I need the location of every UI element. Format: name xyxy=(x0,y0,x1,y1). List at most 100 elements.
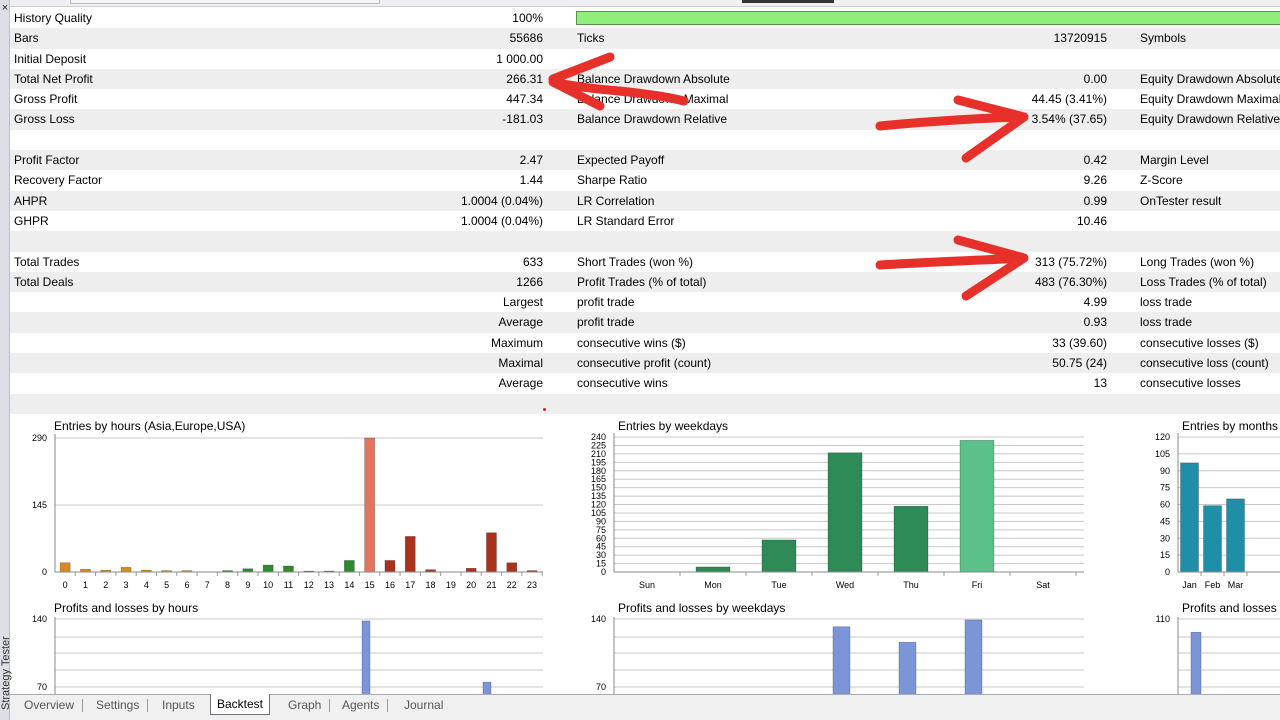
y-tick-label: 140 xyxy=(591,614,606,624)
result-label: consecutive losses xyxy=(1140,376,1241,391)
result-label: Equity Drawdown Absolute xyxy=(1140,71,1280,86)
results-row xyxy=(10,130,1280,150)
top-toolbar-edge xyxy=(10,0,1280,7)
x-tick-label: Mar xyxy=(1228,580,1244,590)
results-row: Recovery Factor 1.44 Sharpe Ratio 9.26 Z-Sco… xyxy=(10,170,1280,190)
x-tick-label: 17 xyxy=(405,580,415,590)
chart-svg: 0 15 30 45 60 75 90 105 120 Jan Feb Mar xyxy=(1155,432,1280,590)
result-value: Maximum xyxy=(490,335,543,350)
chart-svg: 110 xyxy=(1156,614,1280,697)
result-value: 0.99 xyxy=(1083,193,1107,208)
result-label: OnTester result xyxy=(1140,193,1222,208)
x-tick-label: 16 xyxy=(385,580,395,590)
y-tick-label: 70 xyxy=(596,682,606,692)
results-row: Total Deals 1266 Profit Trades (% of total… xyxy=(10,271,1280,293)
tab-graph[interactable]: Graph xyxy=(282,695,331,715)
chart-bar xyxy=(1180,462,1199,573)
result-value: Maximal xyxy=(498,356,543,371)
y-tick-label: 90 xyxy=(1160,466,1170,476)
result-label: loss trade xyxy=(1140,295,1193,310)
results-row: Maximum consecutive wins ($) 33 (39.60) con… xyxy=(10,333,1280,353)
x-tick-label: 22 xyxy=(507,580,517,590)
chart-entries-hours: Entries by hours (Asia,Europe,USA) 0 145 29… xyxy=(0,419,560,594)
result-value: 13720915 xyxy=(1053,31,1107,46)
strategy-tester-window: × Strategy Tester History Quality 100% Bar… xyxy=(0,0,1280,720)
x-tick-label: 4 xyxy=(144,580,149,590)
result-value: 100% xyxy=(512,11,543,25)
x-tick-label: 10 xyxy=(263,580,273,590)
x-tick-label: 20 xyxy=(466,580,476,590)
x-tick-label: 18 xyxy=(426,580,436,590)
y-tick-label: 110 xyxy=(1156,614,1170,624)
tab-journal[interactable]: Journal xyxy=(398,695,449,715)
y-tick-label: 70 xyxy=(37,682,47,692)
result-label: consecutive loss (count) xyxy=(1140,356,1269,371)
result-value: 2.47 xyxy=(519,153,543,168)
result-value: 633 xyxy=(522,254,543,269)
tab-backtest[interactable]: Backtest xyxy=(210,694,271,715)
x-tick-label: 23 xyxy=(527,580,537,590)
results-row: Gross Loss -181.03 Balance Drawdown Relati… xyxy=(10,109,1280,130)
result-value: 10.46 xyxy=(1076,213,1107,228)
chart-svg: 70 140 xyxy=(32,614,543,697)
result-label: Loss Trades (% of total) xyxy=(1140,274,1267,289)
results-row: Maximal consecutive profit (count) 50.75 (… xyxy=(10,353,1280,374)
tab-agents[interactable]: Agents xyxy=(336,695,389,715)
x-tick-label: 0 xyxy=(63,580,68,590)
chart-bar xyxy=(959,440,995,573)
y-tick-label: 30 xyxy=(1160,533,1170,543)
tab-inputs[interactable]: Inputs xyxy=(156,695,201,715)
x-tick-label: 6 xyxy=(184,580,189,590)
result-value: 0.42 xyxy=(1083,153,1107,168)
y-tick-label: 140 xyxy=(32,614,47,624)
result-label: Equity Drawdown Relative xyxy=(1140,112,1280,127)
tab-overview[interactable]: Overview xyxy=(18,695,84,715)
result-value: 55686 xyxy=(509,31,543,46)
chart-pl-hours: Profits and losses by hours 70 140 xyxy=(0,601,560,697)
tester-tab-bar: Overview Settings Inputs Backtest Graph Agent… xyxy=(10,694,1280,720)
result-value: -181.03 xyxy=(502,112,543,127)
result-value: 50.75 (24) xyxy=(1052,356,1107,371)
result-value: 0.93 xyxy=(1083,315,1107,330)
y-tick-label: 145 xyxy=(32,500,47,510)
chart-entries-months: Entries by months 0 15 30 45 60 75 90 105 120 Jan F… xyxy=(1128,419,1280,594)
x-tick-label: Thu xyxy=(903,580,919,590)
history-quality-bar xyxy=(576,11,1280,25)
y-tick-label: 120 xyxy=(1155,432,1170,442)
x-tick-label: 15 xyxy=(365,580,375,590)
chart-bar xyxy=(59,562,71,573)
result-value: 0.00 xyxy=(1083,71,1107,86)
y-tick-label: 240 xyxy=(591,432,606,442)
results-row: History Quality 100% xyxy=(10,8,1280,28)
result-value: 1.0004 (0.04%) xyxy=(460,213,543,228)
result-value: 1.44 xyxy=(519,173,543,188)
x-tick-label: Fri xyxy=(972,580,983,590)
close-icon[interactable]: × xyxy=(0,2,10,14)
x-tick-label: Jan xyxy=(1182,580,1197,590)
result-value: 4.99 xyxy=(1083,295,1107,310)
results-row: Largest profit trade 4.99 loss trade xyxy=(10,292,1280,312)
results-row xyxy=(10,231,1280,252)
tab-settings[interactable]: Settings xyxy=(90,695,149,715)
result-value: 3.54% (37.65) xyxy=(1031,112,1107,127)
chart-svg: 70 140 xyxy=(591,614,1084,697)
chart-bar xyxy=(120,567,132,573)
results-row: Average profit trade 0.93 loss trade xyxy=(10,312,1280,333)
toolbar-button-edge xyxy=(742,0,834,3)
chart-bar xyxy=(1190,631,1202,697)
result-value: Average xyxy=(498,376,543,391)
x-tick-label: Sat xyxy=(1036,580,1050,590)
toolbar-field-edge xyxy=(70,0,380,4)
chart-bar xyxy=(832,626,851,697)
x-tick-label: Sun xyxy=(639,580,655,590)
result-value: 313 (75.72%) xyxy=(1034,254,1107,269)
backtest-results-table: History Quality 100% Bars 55686 Ticks 1372091… xyxy=(10,8,1280,414)
result-label: Equity Drawdown Maximal xyxy=(1140,92,1280,107)
result-value: 266.31 xyxy=(506,71,543,86)
result-value: Largest xyxy=(502,295,543,310)
x-tick-label: 11 xyxy=(284,580,293,590)
result-value: 1 000.00 xyxy=(496,51,543,66)
chart-bar xyxy=(1203,505,1222,573)
y-tick-label: 0 xyxy=(42,567,47,577)
x-tick-label: 14 xyxy=(344,580,354,590)
